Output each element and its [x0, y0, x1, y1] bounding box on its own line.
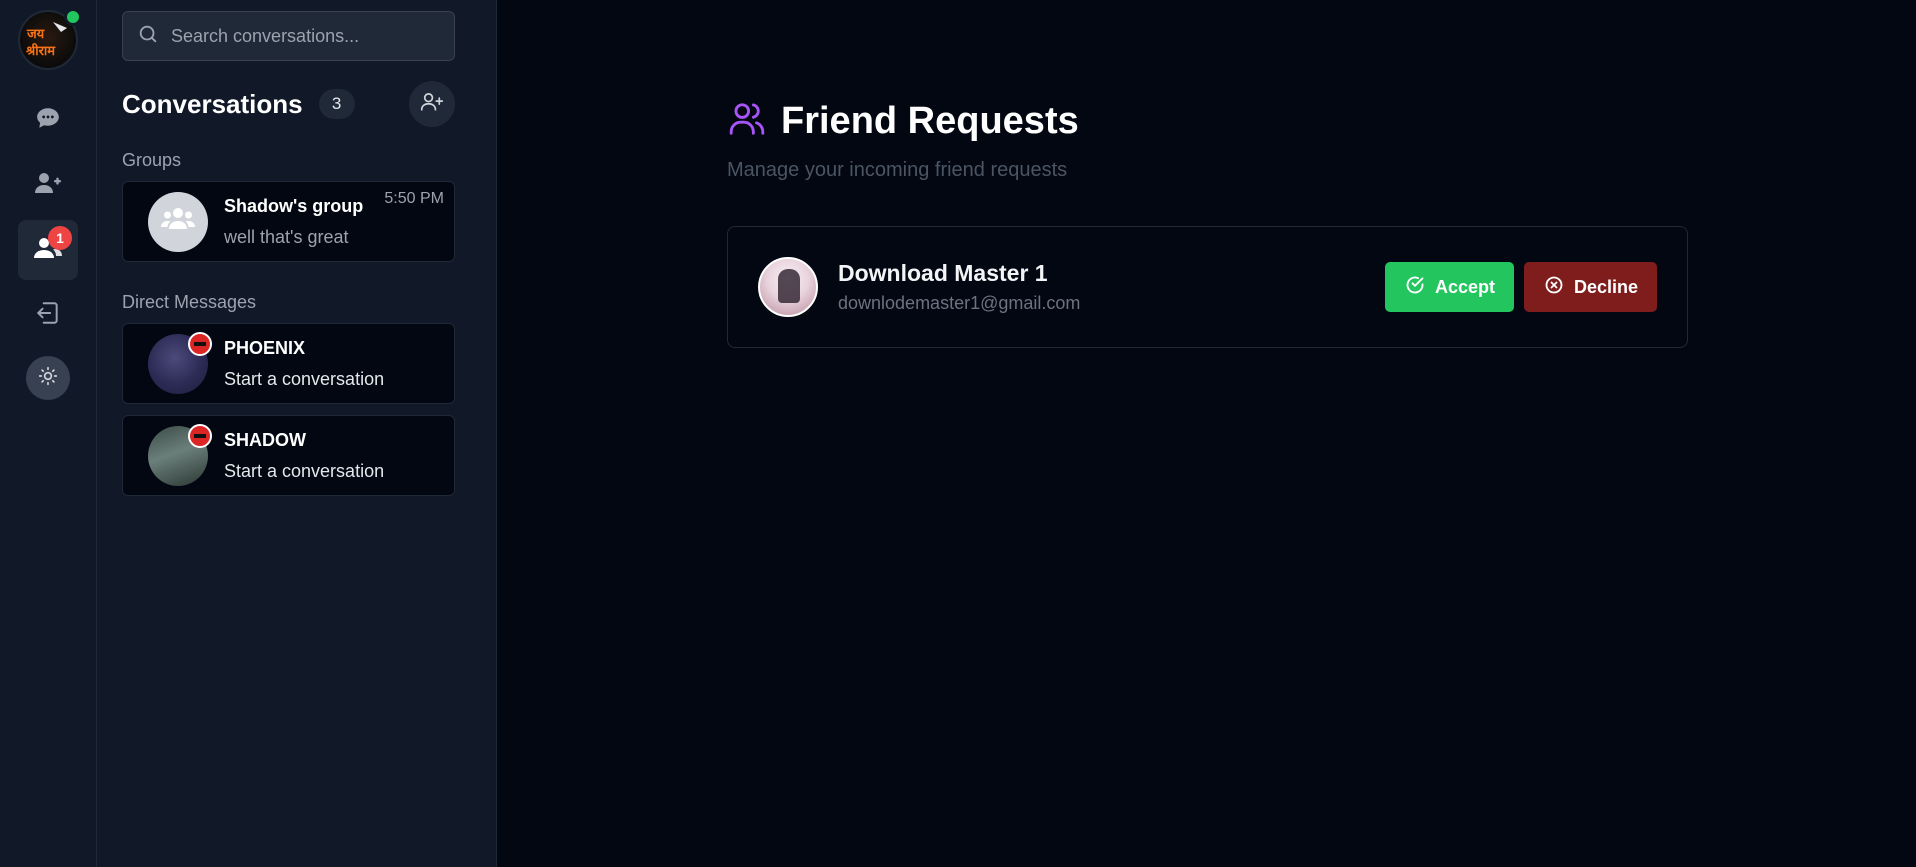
- rail-logout-button[interactable]: [18, 285, 78, 345]
- new-conversation-button[interactable]: [409, 81, 455, 127]
- rail-add-friend-button[interactable]: [18, 155, 78, 215]
- search-icon: [137, 23, 159, 50]
- accept-label: Accept: [1435, 276, 1496, 297]
- decline-label: Decline: [1574, 276, 1639, 297]
- conversation-text: SHADOW Start a conversation: [224, 430, 384, 482]
- requester-name: Download Master 1: [838, 260, 1048, 286]
- user-avatar: [148, 331, 212, 394]
- page-title: Friend Requests: [781, 100, 1079, 142]
- groups-section-label: Groups: [122, 150, 182, 170]
- friend-request-card: Download Master 1 downlodemaster1@gmail.…: [727, 226, 1688, 348]
- conversation-preview: Start a conversation: [224, 368, 385, 389]
- svg-text:जय: जय: [26, 27, 45, 42]
- user-plus-icon: [420, 91, 444, 118]
- accept-button[interactable]: Accept: [1385, 262, 1514, 312]
- requester-info: Download Master 1 downlodemaster1@gmail.…: [838, 260, 1080, 314]
- user-plus-icon: [34, 170, 62, 201]
- rail-friend-requests-button[interactable]: 1: [18, 220, 78, 280]
- decline-button[interactable]: Decline: [1524, 262, 1657, 312]
- conversation-timestamp: 5:50 PM: [384, 190, 444, 207]
- logout-icon: [35, 299, 61, 332]
- requester-email: downlodemaster1@gmail.com: [838, 293, 1081, 313]
- rail-chats-button[interactable]: [18, 90, 78, 150]
- conversation-sidebar: Conversations 3 Groups: [97, 0, 497, 867]
- friend-requests-panel: Friend Requests Manage your incoming fri…: [497, 0, 1916, 867]
- dm-conversation-item[interactable]: SHADOW Start a conversation: [122, 415, 455, 496]
- request-actions: Accept Decline: [1385, 262, 1657, 312]
- group-avatar: [148, 191, 208, 252]
- profile-avatar[interactable]: जय श्रीराम: [18, 8, 82, 70]
- friend-requests-badge: 1: [48, 226, 72, 250]
- app-root: जय श्रीराम 1 Search conversations... Con…: [0, 0, 1916, 867]
- group-icon: [161, 207, 195, 236]
- user-avatar: [148, 423, 212, 486]
- search-input[interactable]: [171, 25, 441, 47]
- x-circle-icon: [1544, 275, 1574, 300]
- conversations-title: Conversations: [122, 88, 303, 119]
- chat-bubble-icon: [35, 105, 61, 136]
- icon-rail: जय श्रीराम 1: [0, 0, 97, 867]
- conversation-name: SHADOW: [224, 429, 306, 450]
- direct-messages-section-label: Direct Messages: [122, 292, 257, 312]
- page-header: Friend Requests: [727, 100, 1079, 143]
- users-icon: [727, 100, 767, 143]
- conversation-name: PHOENIX: [224, 337, 306, 358]
- check-circle-icon: [1405, 275, 1435, 300]
- search-box[interactable]: [122, 11, 455, 61]
- conversation-text: PHOENIX Start a conversation: [224, 338, 384, 390]
- dm-conversation-item[interactable]: PHOENIX Start a conversation: [122, 323, 455, 404]
- requester-avatar: [758, 257, 818, 317]
- online-status-dot: [64, 8, 82, 26]
- svg-text:श्रीराम: श्रीराम: [25, 43, 56, 59]
- conversation-preview: Start a conversation: [224, 460, 385, 481]
- blocked-status-icon: [188, 331, 212, 356]
- conversations-header: Conversations 3: [122, 81, 455, 127]
- conversation-name: Shadow's group: [224, 195, 364, 216]
- theme-toggle-button[interactable]: [26, 356, 70, 400]
- conversations-count-badge: 3: [318, 89, 355, 119]
- blocked-status-icon: [188, 423, 212, 448]
- conversation-text: Shadow's group well that's great: [224, 196, 363, 248]
- conversation-preview: well that's great: [224, 226, 349, 247]
- page-subtitle: Manage your incoming friend requests: [727, 159, 1068, 181]
- group-conversation-item[interactable]: Shadow's group well that's great 5:50 PM: [122, 181, 455, 262]
- sun-icon: [38, 366, 58, 391]
